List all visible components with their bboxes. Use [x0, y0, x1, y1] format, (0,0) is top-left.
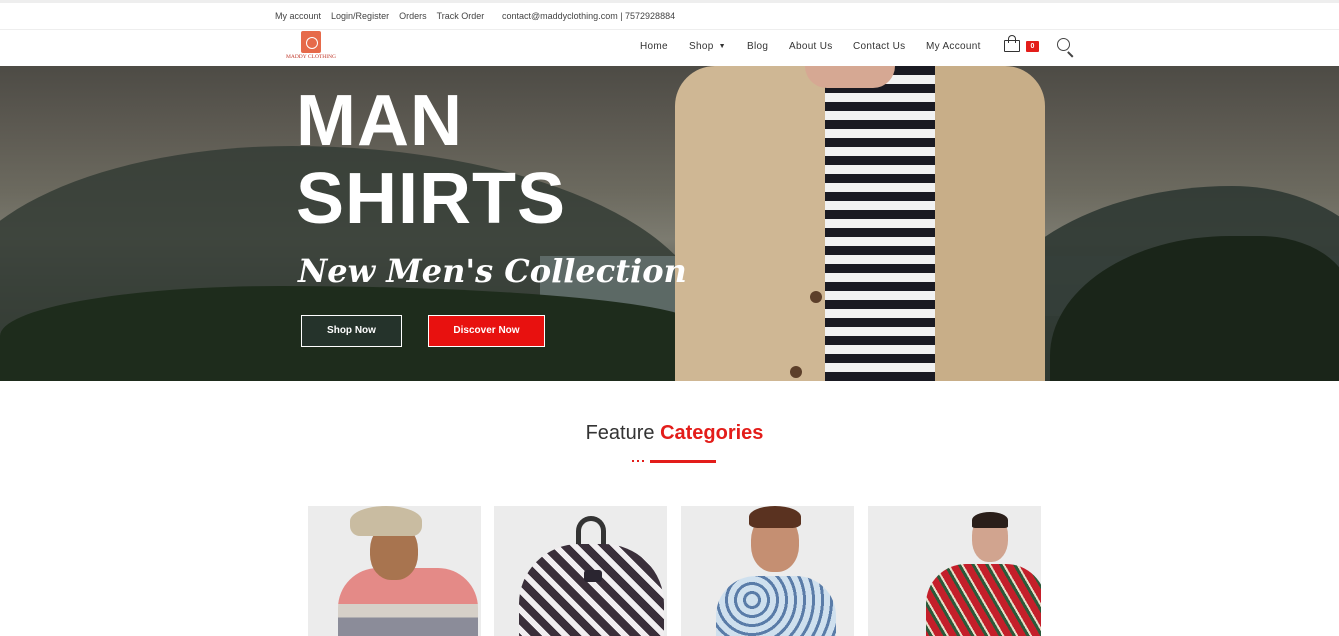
patterned-backpack-image	[519, 544, 664, 636]
floral-blazer-image	[926, 564, 1041, 636]
main-header: MADDY CLOTHING Home Shop ▼ Blog About Us …	[0, 30, 1339, 66]
search-ring	[1057, 38, 1070, 51]
backpack-tab	[584, 570, 602, 582]
nav-blog[interactable]: Blog	[747, 41, 768, 52]
hero-model-image	[675, 66, 1045, 381]
my-account-link[interactable]: My account	[275, 11, 321, 21]
cart-count-badge: 0	[1026, 41, 1039, 52]
coat-left	[675, 66, 835, 381]
divider-line	[650, 460, 716, 463]
nav-about-us[interactable]: About Us	[789, 41, 833, 52]
model-neck	[805, 66, 895, 88]
nav-home[interactable]: Home	[640, 41, 668, 52]
coat-button	[810, 291, 822, 303]
cart-bag	[1004, 40, 1020, 52]
category-card-backpack[interactable]	[494, 506, 667, 636]
hero-banner: MAN SHIRTS New Men's Collection Shop Now…	[0, 66, 1339, 381]
heading-divider	[632, 460, 716, 464]
hero-title-line-2: SHIRTS	[296, 159, 567, 239]
divider-dot	[637, 460, 639, 462]
category-card-polo-shirt[interactable]	[308, 506, 481, 636]
nav-shop-label: Shop	[689, 41, 714, 52]
hero-subtitle: New Men's Collection	[298, 252, 687, 290]
discover-now-button[interactable]: Discover Now	[428, 315, 545, 347]
logo-text: MADDY CLOTHING	[285, 54, 337, 60]
polo-shirt-image	[338, 568, 478, 636]
track-order-link[interactable]: Track Order	[437, 11, 485, 21]
login-register-link[interactable]: Login/Register	[331, 11, 389, 21]
nav-contact-us[interactable]: Contact Us	[853, 41, 905, 52]
shop-now-button[interactable]: Shop Now	[301, 315, 402, 347]
shopping-bag-logo-icon	[301, 31, 321, 53]
top-links: My account Login/Register Orders Track O…	[275, 11, 494, 21]
printed-shirt-image	[716, 576, 836, 636]
category-card-floral-blazer[interactable]	[868, 506, 1041, 636]
search-handle	[1067, 51, 1074, 58]
hero-title: MAN SHIRTS	[296, 82, 566, 238]
orders-link[interactable]: Orders	[399, 11, 427, 21]
divider-dot	[642, 460, 644, 462]
coat-right	[935, 66, 1045, 381]
search-icon[interactable]	[1057, 38, 1075, 58]
striped-shirt	[825, 66, 940, 381]
heading-plain: Feature	[585, 422, 655, 444]
coat-button	[790, 366, 802, 378]
contact-info: contact@maddyclothing.com | 7572928884	[502, 11, 676, 21]
model-hair	[749, 506, 801, 528]
site-logo[interactable]: MADDY CLOTHING	[281, 31, 341, 63]
divider-dot	[632, 460, 634, 462]
cap-image	[350, 506, 422, 536]
top-bar: My account Login/Register Orders Track O…	[0, 0, 1339, 30]
nav-my-account[interactable]: My Account	[926, 41, 981, 52]
category-card-printed-shirt[interactable]	[681, 506, 854, 636]
cart-icon[interactable]	[1003, 34, 1023, 54]
heading-accent: Categories	[660, 422, 764, 444]
feature-categories-heading: Feature Categories	[0, 422, 1339, 445]
hero-title-line-1: MAN	[296, 81, 463, 161]
nav-shop[interactable]: Shop ▼	[689, 41, 726, 52]
chevron-down-icon: ▼	[718, 43, 726, 50]
model-hair	[972, 512, 1008, 528]
